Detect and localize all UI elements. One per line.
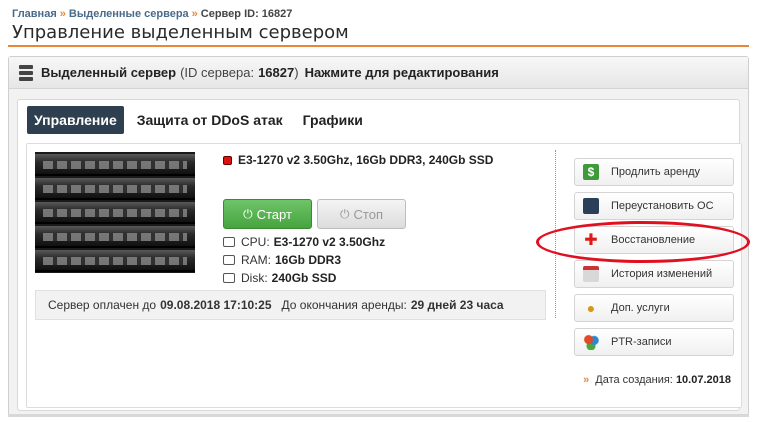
spec-value: 240Gb SSD [271, 271, 337, 285]
network-icon [583, 334, 599, 350]
restore-button[interactable]: ✚ Восстановление [574, 226, 734, 254]
title-divider [8, 45, 749, 47]
status-indicator-icon [223, 155, 232, 165]
cpu-icon [223, 237, 235, 247]
stop-button[interactable]: ⏻ Стоп [317, 199, 406, 229]
remaining-label: До окончания аренды: [281, 298, 407, 312]
spec-label: RAM: [241, 253, 271, 267]
panel-title: Выделенный сервер [41, 65, 177, 80]
ptr-records-button[interactable]: PTR-записи [574, 328, 734, 356]
action-label: Доп. услуги [611, 302, 670, 314]
server-id-prefix: (ID сервера: [180, 65, 255, 80]
ram-icon [223, 255, 235, 265]
breadcrumb-current: Сервер ID: 16827 [200, 8, 293, 20]
stop-button-label: Стоп [353, 206, 383, 222]
bag-icon: ● [586, 300, 596, 316]
action-label: Переустановить ОС [611, 200, 714, 212]
spec-label: Disk: [241, 271, 268, 285]
spec-row-cpu: CPU: E3-1270 v2 3.50Ghz [223, 233, 385, 251]
paid-until-value: 09.08.2018 17:10:25 [160, 298, 272, 312]
server-panel: Выделенный сервер (ID сервера: 16827 ) Н… [8, 56, 749, 416]
tab-management[interactable]: Управление [27, 106, 124, 134]
action-list: $ Продлить аренду Переустановить ОС ✚ Во… [574, 158, 734, 362]
extra-services-button[interactable]: ● Доп. услуги [574, 294, 734, 322]
reinstall-os-button[interactable]: Переустановить ОС [574, 192, 734, 220]
billing-info: Сервер оплачен до 09.08.2018 17:10:25 До… [35, 290, 546, 320]
creation-label: Дата создания: [595, 374, 673, 386]
creation-arrow: » [583, 374, 590, 386]
page-title: Управление выделенным сервером [12, 22, 349, 43]
server-stack-icon [583, 198, 599, 214]
vertical-divider [555, 150, 556, 318]
creation-date: » Дата создания: 10.07.2018 [583, 374, 731, 386]
money-icon: $ [583, 164, 599, 180]
panel-header[interactable]: Выделенный сервер (ID сервера: 16827 ) Н… [9, 57, 748, 89]
red-cross-icon: ✚ [584, 232, 598, 249]
tab-container: Управление Защита от DDoS атак Графики E… [17, 99, 742, 411]
spec-value: E3-1270 v2 3.50Ghz [273, 235, 386, 249]
breadcrumb-separator: » [191, 8, 198, 20]
power-icon: ⏻ [340, 206, 350, 221]
disk-icon [223, 273, 235, 283]
power-icon: ⏻ [243, 206, 253, 221]
start-button-label: Старт [256, 206, 292, 222]
breadcrumb: Главная» Выделенные сервера» Сервер ID: 16… [12, 8, 292, 20]
server-summary-text: E3-1270 v2 3.50Ghz, 16Gb DDR3, 240Gb SSD [238, 153, 494, 167]
tab-graphs[interactable]: Графики [296, 106, 370, 134]
spec-list: CPU: E3-1270 v2 3.50Ghz RAM: 16Gb DDR3 D… [223, 233, 385, 287]
edit-server-link[interactable]: Нажмите для редактирования [305, 65, 499, 80]
spec-row-disk: Disk: 240Gb SSD [223, 269, 385, 287]
change-history-button[interactable]: История изменений [574, 260, 734, 288]
server-rack-image [35, 152, 195, 273]
spec-value: 16Gb DDR3 [275, 253, 342, 267]
breadcrumb-dedicated-servers[interactable]: Выделенные сервера [69, 8, 189, 20]
paid-until-label: Сервер оплачен до [48, 298, 157, 312]
breadcrumb-home[interactable]: Главная [12, 8, 57, 20]
server-id-suffix: ) [294, 65, 299, 80]
action-label: PTR-записи [611, 336, 672, 348]
management-content: E3-1270 v2 3.50Ghz, 16Gb DDR3, 240Gb SSD… [26, 143, 742, 408]
server-icon [19, 64, 33, 81]
action-label: Восстановление [611, 234, 696, 246]
tab-bar: Управление Защита от DDoS атак Графики [27, 106, 376, 134]
renew-rental-button[interactable]: $ Продлить аренду [574, 158, 734, 186]
breadcrumb-separator: » [59, 8, 66, 20]
server-summary: E3-1270 v2 3.50Ghz, 16Gb DDR3, 240Gb SSD [223, 153, 493, 167]
bottom-divider [8, 414, 749, 417]
action-label: Продлить аренду [611, 166, 701, 178]
spec-row-ram: RAM: 16Gb DDR3 [223, 251, 385, 269]
creation-value: 10.07.2018 [675, 374, 731, 386]
tab-ddos-protection[interactable]: Защита от DDoS атак [130, 106, 290, 134]
spec-label: CPU: [241, 235, 270, 249]
calendar-icon [583, 266, 599, 282]
start-button[interactable]: ⏻ Старт [223, 199, 312, 229]
server-id: 16827 [258, 65, 295, 80]
action-label: История изменений [611, 268, 713, 280]
remaining-value: 29 дней 23 часа [410, 298, 504, 312]
